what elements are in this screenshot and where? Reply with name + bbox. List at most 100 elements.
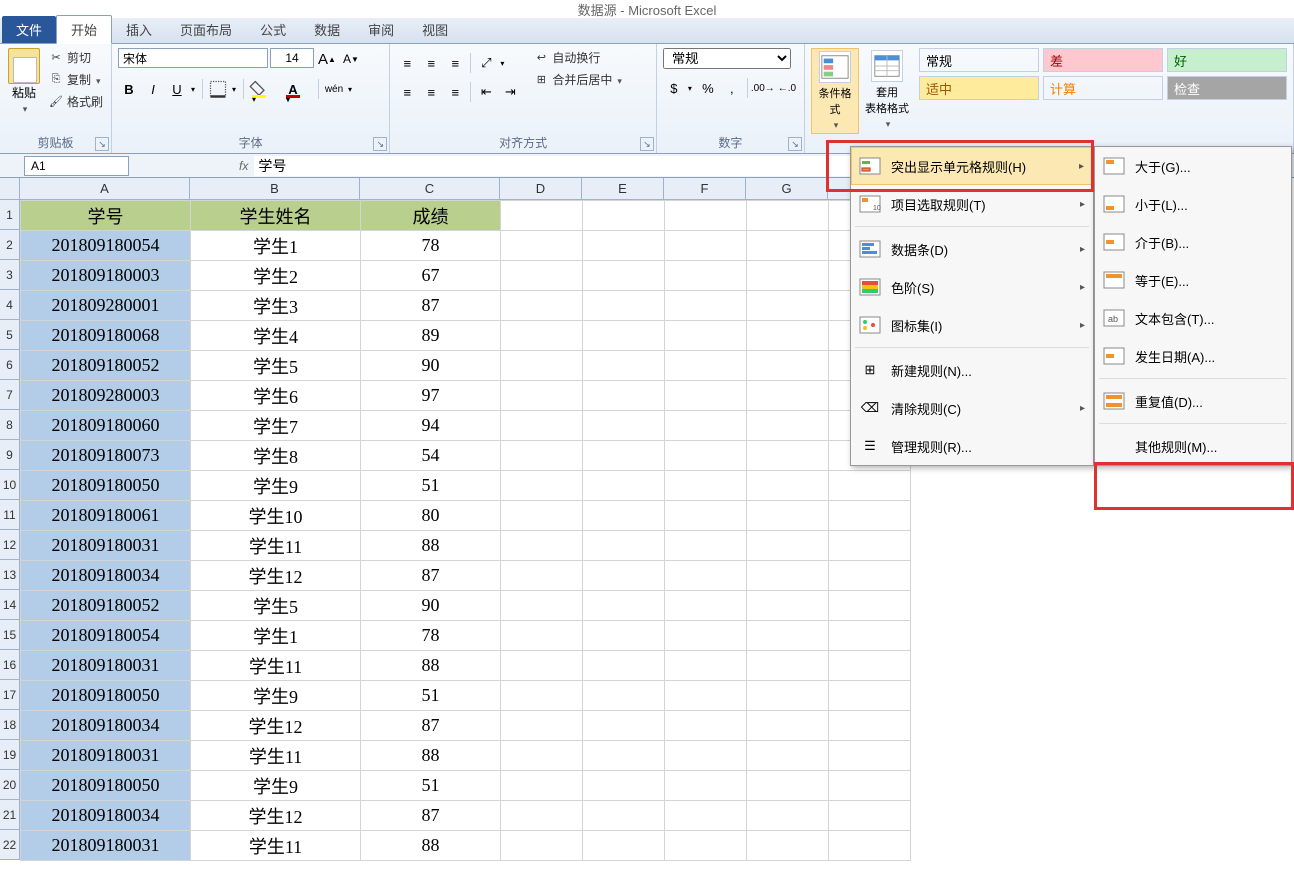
- cell[interactable]: [583, 381, 665, 411]
- percent-button[interactable]: %: [697, 77, 719, 99]
- cell[interactable]: [747, 561, 829, 591]
- cell[interactable]: [747, 381, 829, 411]
- decrease-decimal-button[interactable]: ←.0: [776, 77, 798, 99]
- cell[interactable]: [829, 591, 911, 621]
- cell[interactable]: [583, 261, 665, 291]
- cell[interactable]: [501, 321, 583, 351]
- border-button[interactable]: [207, 78, 239, 100]
- cell[interactable]: 学生姓名: [191, 201, 361, 231]
- cell[interactable]: 学生12: [191, 711, 361, 741]
- font-dialog-launcher[interactable]: ↘: [373, 137, 387, 151]
- cell[interactable]: [501, 741, 583, 771]
- cell[interactable]: [829, 711, 911, 741]
- cell[interactable]: 201809180031: [21, 741, 191, 771]
- row-header[interactable]: 2: [0, 230, 20, 260]
- fill-color-button[interactable]: [248, 78, 280, 100]
- cut-button[interactable]: ✂剪切: [46, 48, 105, 67]
- cell[interactable]: 87: [361, 711, 501, 741]
- tab-file[interactable]: 文件: [2, 16, 56, 43]
- cell[interactable]: 51: [361, 471, 501, 501]
- menu-data-bars[interactable]: 数据条(D)▸: [851, 230, 1093, 268]
- bold-button[interactable]: B: [118, 78, 140, 100]
- cell[interactable]: 201809180061: [21, 501, 191, 531]
- cell[interactable]: [501, 531, 583, 561]
- cell[interactable]: [747, 471, 829, 501]
- cell[interactable]: 201809180068: [21, 321, 191, 351]
- cell[interactable]: 学生9: [191, 471, 361, 501]
- cell[interactable]: [747, 741, 829, 771]
- phonetic-button[interactable]: wén: [323, 78, 355, 100]
- cell[interactable]: [747, 531, 829, 561]
- row-header[interactable]: 15: [0, 620, 20, 650]
- fx-icon[interactable]: fx: [239, 159, 248, 173]
- cell[interactable]: [583, 351, 665, 381]
- shrink-font-button[interactable]: A▼: [340, 48, 362, 70]
- row-header[interactable]: 12: [0, 530, 20, 560]
- cell[interactable]: 201809180050: [21, 681, 191, 711]
- cell[interactable]: [829, 801, 911, 831]
- cell[interactable]: [747, 711, 829, 741]
- cell[interactable]: 87: [361, 291, 501, 321]
- row-header[interactable]: 9: [0, 440, 20, 470]
- cell[interactable]: [747, 321, 829, 351]
- col-header-F[interactable]: F: [664, 178, 746, 200]
- tab-view[interactable]: 视图: [408, 16, 462, 43]
- cell[interactable]: [829, 561, 911, 591]
- style-neutral[interactable]: 适中: [919, 76, 1039, 100]
- cell[interactable]: [583, 711, 665, 741]
- cell[interactable]: [665, 801, 747, 831]
- format-painter-button[interactable]: 🖌格式刷: [46, 92, 105, 111]
- align-right-button[interactable]: ≡: [444, 81, 466, 103]
- submenu-between[interactable]: 介于(B)...: [1095, 223, 1291, 261]
- row-header[interactable]: 16: [0, 650, 20, 680]
- cell[interactable]: [665, 321, 747, 351]
- cell[interactable]: 67: [361, 261, 501, 291]
- menu-icon-sets[interactable]: 图标集(I)▸: [851, 306, 1093, 344]
- cell[interactable]: [583, 801, 665, 831]
- tab-data[interactable]: 数据: [300, 16, 354, 43]
- cell[interactable]: [747, 621, 829, 651]
- cell[interactable]: [665, 501, 747, 531]
- cell[interactable]: [665, 591, 747, 621]
- row-header[interactable]: 13: [0, 560, 20, 590]
- clipboard-dialog-launcher[interactable]: ↘: [95, 137, 109, 151]
- cell[interactable]: [665, 681, 747, 711]
- col-header-E[interactable]: E: [582, 178, 664, 200]
- cell[interactable]: 201809180054: [21, 621, 191, 651]
- cell[interactable]: 51: [361, 681, 501, 711]
- row-header[interactable]: 1: [0, 200, 20, 230]
- row-header[interactable]: 3: [0, 260, 20, 290]
- cell[interactable]: 201809180034: [21, 561, 191, 591]
- cell[interactable]: [665, 471, 747, 501]
- copy-button[interactable]: ⎘复制: [46, 70, 105, 89]
- conditional-format-button[interactable]: 条件格式: [811, 48, 859, 134]
- cell[interactable]: 学生1: [191, 621, 361, 651]
- style-bad[interactable]: 差: [1043, 48, 1163, 72]
- accounting-format-button[interactable]: $: [663, 77, 695, 99]
- cell[interactable]: 学生7: [191, 411, 361, 441]
- cell[interactable]: 201809180034: [21, 711, 191, 741]
- cell[interactable]: 201809180050: [21, 471, 191, 501]
- cell[interactable]: 78: [361, 231, 501, 261]
- row-header[interactable]: 22: [0, 830, 20, 860]
- cell[interactable]: 88: [361, 651, 501, 681]
- menu-color-scales[interactable]: 色阶(S)▸: [851, 268, 1093, 306]
- cell[interactable]: [829, 531, 911, 561]
- cell[interactable]: 201809180060: [21, 411, 191, 441]
- align-left-button[interactable]: ≡: [396, 81, 418, 103]
- cell[interactable]: 学生1: [191, 231, 361, 261]
- cell[interactable]: 学生5: [191, 351, 361, 381]
- cell[interactable]: [501, 681, 583, 711]
- cell[interactable]: 学生5: [191, 591, 361, 621]
- cell[interactable]: [665, 411, 747, 441]
- cell[interactable]: [747, 771, 829, 801]
- cell[interactable]: [665, 651, 747, 681]
- increase-decimal-button[interactable]: .00→: [752, 77, 774, 99]
- align-top-button[interactable]: ≡: [396, 52, 418, 74]
- menu-highlight-rules[interactable]: 突出显示单元格规则(H)▸: [851, 147, 1093, 185]
- cell[interactable]: 88: [361, 741, 501, 771]
- submenu-greater-than[interactable]: 大于(G)...: [1095, 147, 1291, 185]
- align-bottom-button[interactable]: ≡: [444, 52, 466, 74]
- orientation-button[interactable]: ⤢: [475, 52, 507, 74]
- cell[interactable]: [583, 591, 665, 621]
